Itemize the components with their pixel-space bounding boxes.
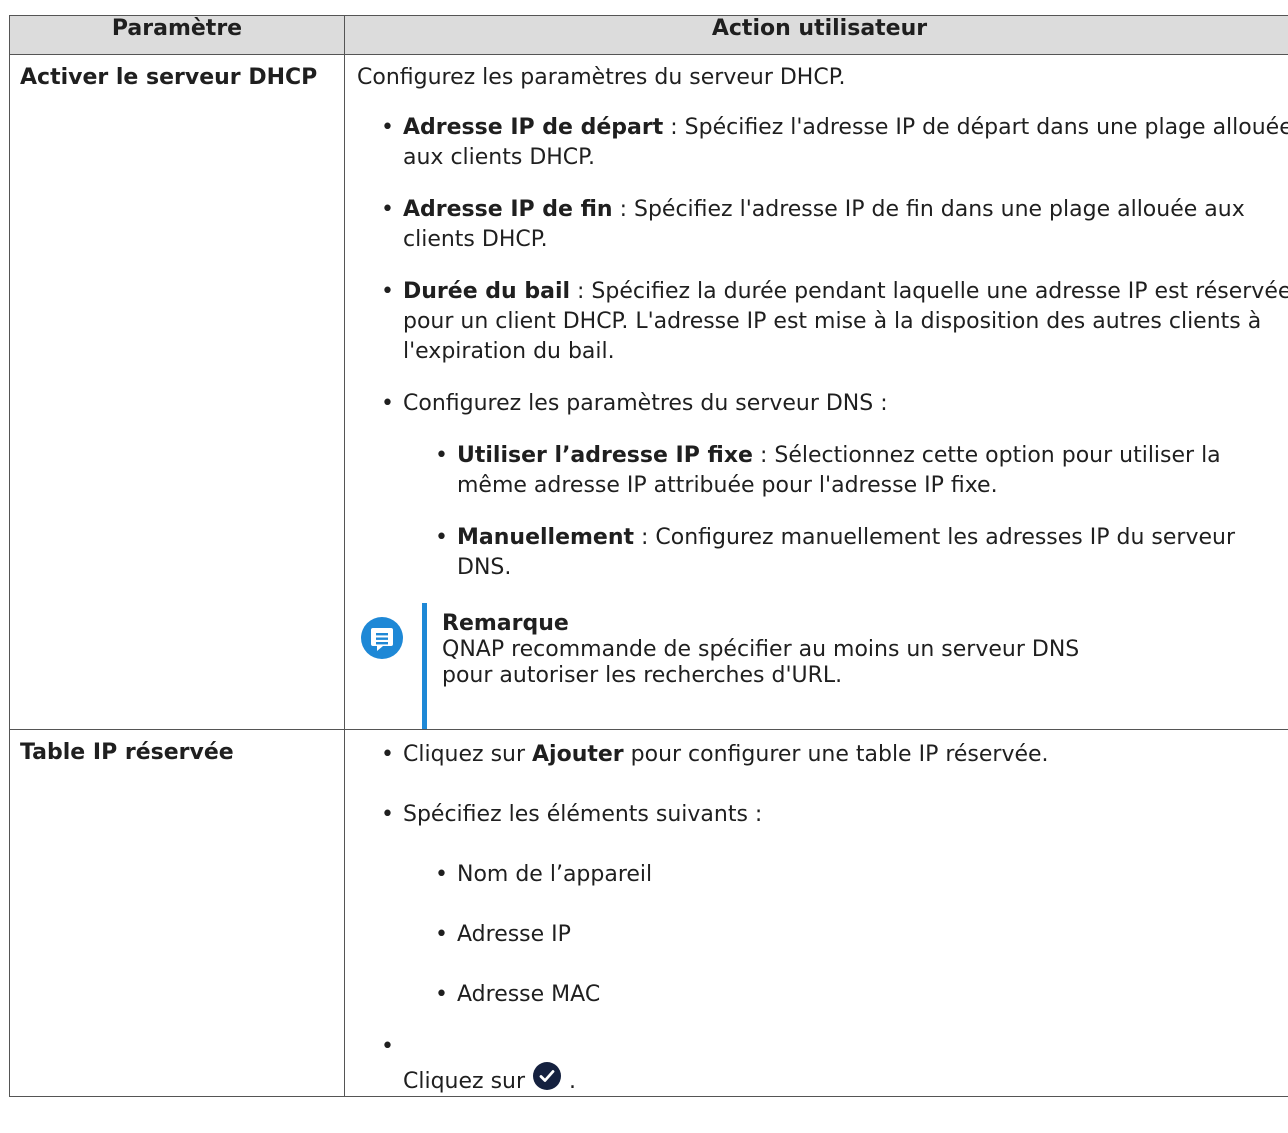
term-manual: Manuellement — [457, 525, 635, 550]
table-row: Table IP réservée Cliquez sur Ajouter po… — [9, 729, 1288, 1097]
header-action-utilisateur: Action utilisateur — [344, 15, 1288, 55]
dns-intro: Configurez les paramètres du serveur DNS… — [403, 391, 888, 416]
list-item-add: Cliquez sur Ajouter pour configurer une … — [357, 740, 1288, 770]
add-after: pour configurer une table IP réservée. — [623, 742, 1049, 767]
note-body: Remarque QNAP recommande de spécifier au… — [442, 611, 1079, 689]
term-start-ip: Adresse IP de départ — [403, 115, 664, 140]
confirm-after: . — [569, 1069, 577, 1094]
confirm-before: Cliquez sur — [403, 1069, 526, 1094]
list-item-mac-address: Adresse MAC — [357, 980, 1288, 1010]
note-box: Remarque QNAP recommande de spécifier au… — [357, 603, 1288, 729]
list-item-fixed-ip: Utiliser l’adresse IP fixe : Sélectionne… — [357, 441, 1288, 501]
param-table-ip: Table IP réservée — [9, 729, 345, 1097]
table-row: Activer le serveur DHCP Configurez les p… — [9, 54, 1288, 730]
action-cell-dhcp: Configurez les paramètres du serveur DHC… — [344, 54, 1288, 730]
add-before: Cliquez sur — [403, 742, 533, 767]
list-item-device-name: Nom de l’appareil — [357, 860, 1288, 890]
field-mac-address: Adresse MAC — [457, 982, 601, 1007]
dhcp-intro: Configurez les paramètres du serveur DHC… — [357, 65, 846, 90]
specify-text: Spécifiez les éléments suivants : — [403, 802, 763, 827]
note-title: Remarque — [442, 611, 569, 636]
note-accent-bar — [422, 603, 427, 729]
list-item-confirm: • Cliquez sur. — [357, 1036, 1288, 1096]
term-fixed-ip: Utiliser l’adresse IP fixe — [457, 443, 753, 468]
list-item-start-ip: Adresse IP de départ : Spécifiez l'adres… — [357, 113, 1288, 173]
param-activer-dhcp: Activer le serveur DHCP — [9, 54, 345, 730]
parameter-table: Paramètre Action utilisateur Activer le … — [9, 15, 1288, 1097]
list-item-end-ip: Adresse IP de fin : Spécifiez l'adresse … — [357, 195, 1288, 255]
list-item-lease: Durée du bail : Spécifiez la durée penda… — [357, 277, 1288, 367]
list-item-ip-address: Adresse IP — [357, 920, 1288, 950]
note-line-2: pour autoriser les recherches d'URL. — [442, 663, 843, 688]
list-item-specify: Spécifiez les éléments suivants : — [357, 800, 1288, 830]
list-item-manual: Manuellement : Configurez manuellement l… — [357, 523, 1288, 583]
field-ip-address: Adresse IP — [457, 922, 571, 947]
note-icon — [361, 617, 403, 659]
confirm-text: Cliquez sur. — [403, 1062, 576, 1097]
action-cell-table-ip: Cliquez sur Ajouter pour configurer une … — [344, 729, 1288, 1097]
list-item-dns: Configurez les paramètres du serveur DNS… — [357, 389, 1288, 419]
header-parametre: Paramètre — [9, 15, 345, 55]
field-device-name: Nom de l’appareil — [457, 862, 653, 887]
add-term: Ajouter — [532, 742, 624, 767]
table-header-row: Paramètre Action utilisateur — [9, 15, 1288, 55]
bullet-dot: • — [381, 1034, 394, 1059]
term-lease: Durée du bail — [403, 279, 571, 304]
check-circle-icon — [533, 1062, 562, 1090]
term-end-ip: Adresse IP de fin — [403, 197, 613, 222]
note-line-1: QNAP recommande de spécifier au moins un… — [442, 637, 1080, 662]
